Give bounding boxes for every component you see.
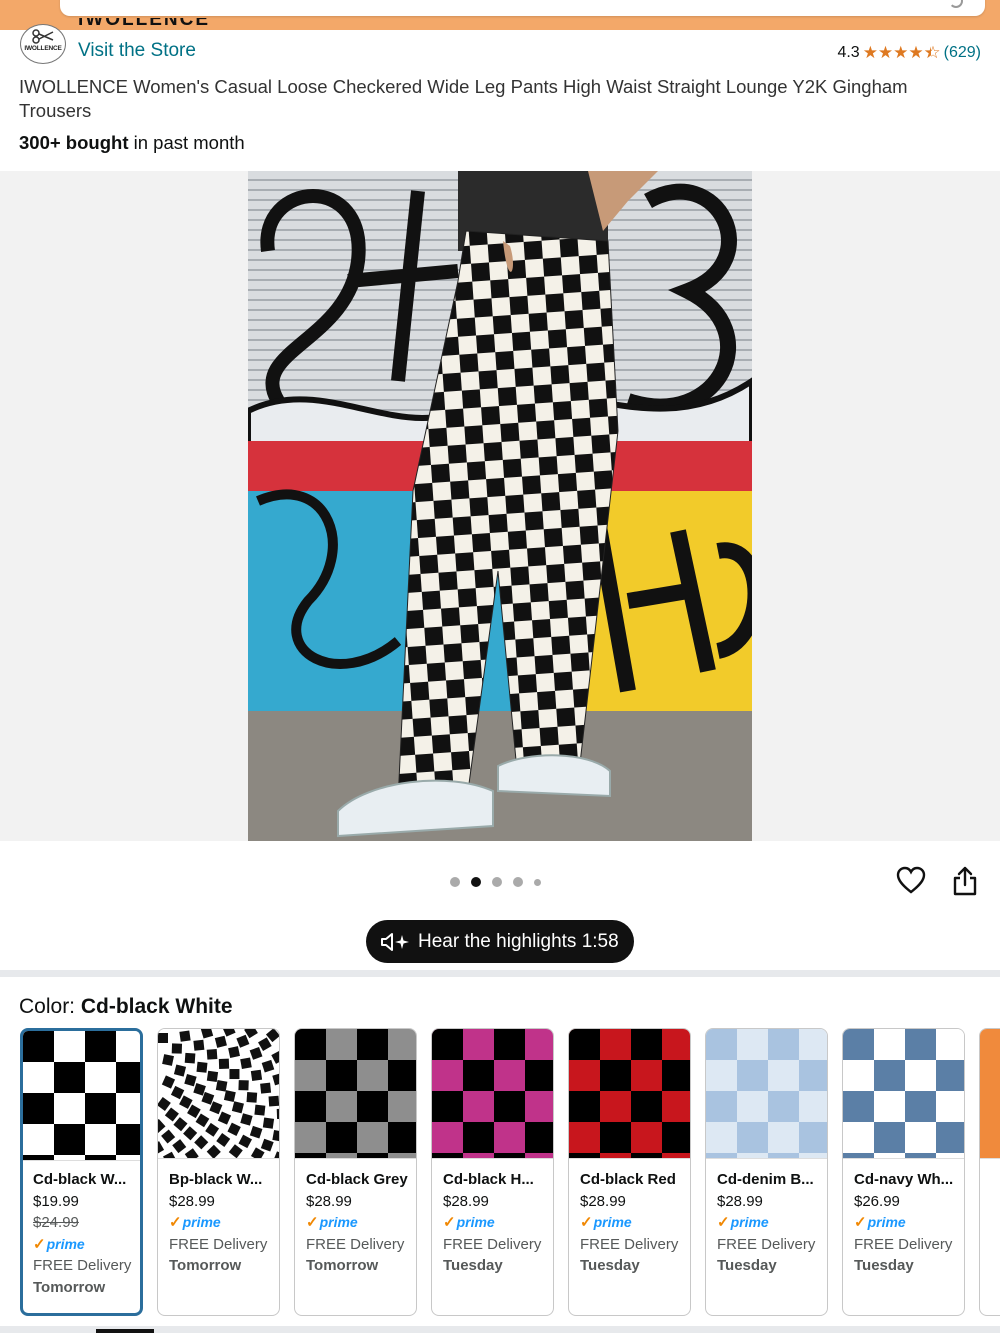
swatch-price: $28.99 [169, 1192, 215, 1210]
swatch-delivery-date: Tomorrow [33, 1278, 106, 1296]
image-gallery[interactable] [0, 171, 1000, 841]
swatch-thumbnail [706, 1029, 827, 1159]
color-swatch-list[interactable]: Cd-black W... $19.99 $24.99 ✓ prime FREE Deli… [20, 1028, 1000, 1318]
selected-color: Cd-black White [80, 995, 233, 1018]
search-bar[interactable] [60, 0, 985, 16]
prime-check-icon: ✓ [33, 1235, 46, 1253]
swatch-thumbnail [23, 1031, 140, 1161]
swatch-delivery-date: Tomorrow [306, 1257, 379, 1274]
section-divider [0, 970, 1000, 977]
brand-row: IWOLLENCE IWOLLENCE Visit the Store 4.3 … [0, 18, 1000, 68]
heart-icon[interactable] [896, 866, 926, 896]
swatch-thumbnail [295, 1029, 416, 1159]
color-swatch[interactable]: Cd-black Red $28.99 ✓ prime FREE Delivery Tue… [568, 1028, 691, 1316]
swatch-delivery-date: Tuesday [854, 1257, 914, 1274]
store-name: IWOLLENCE [78, 18, 210, 30]
color-swatch[interactable]: Cd-black Grey $28.99 ✓ prime FREE Delivery To… [294, 1028, 417, 1316]
speaker-sparkle-icon [381, 932, 409, 951]
swatch-name: Cd-black W... [33, 1171, 127, 1188]
swatch-name: Cd-black Red [580, 1171, 676, 1188]
swatch-thumbnail [569, 1029, 690, 1159]
swatch-thumbnail [158, 1029, 279, 1159]
swatch-price: $26.99 [854, 1192, 900, 1210]
star-rating-icon: ★★★★★☆ [862, 43, 941, 62]
rating-count[interactable]: (629) [944, 44, 981, 62]
color-label: Color: Cd-black White [19, 995, 233, 1018]
bottom-divider [0, 1326, 1000, 1333]
prime-badge: ✓ prime [580, 1212, 690, 1234]
hear-highlights-button[interactable]: Hear the highlights 1:58 [366, 920, 634, 963]
swatch-delivery: FREE Delivery [169, 1235, 268, 1253]
color-swatch[interactable]: Bp-black W... $28.99 ✓ prime FREE Delivery To… [157, 1028, 280, 1316]
logo-text: IWOLLENCE [24, 45, 62, 52]
swatch-list-price: $24.99 [33, 1214, 79, 1231]
color-swatch[interactable]: Cd-denim B... $28.99 ✓ prime FREE Delivery Tu… [705, 1028, 828, 1316]
swatch-delivery-date: Tuesday [580, 1257, 640, 1274]
scissors-icon [32, 29, 54, 44]
swatch-thumbnail [980, 1029, 1000, 1159]
prime-check-icon: ✓ [580, 1214, 593, 1231]
swatch-delivery-date: Tomorrow [169, 1257, 242, 1274]
carousel-dot[interactable] [513, 877, 523, 887]
swatch-delivery-date: Tuesday [443, 1257, 503, 1274]
rating-value: 4.3 [837, 44, 860, 61]
highlights-label: Hear the highlights 1:58 [418, 930, 619, 952]
prime-badge: ✓ prime [306, 1212, 416, 1234]
prime-badge: ✓ prime [854, 1212, 964, 1234]
prime-badge: ✓ prime [717, 1212, 827, 1234]
swatch-delivery: FREE Delivery [854, 1235, 953, 1253]
prime-badge: ✓ prime [443, 1212, 553, 1234]
prime-check-icon: ✓ [306, 1214, 319, 1231]
color-swatch[interactable]: Cd-navy Wh... $26.99 ✓ prime FREE Delivery Tu… [842, 1028, 965, 1316]
carousel-dot[interactable] [492, 877, 502, 887]
swatch-name: Cd-denim B... [717, 1171, 814, 1188]
swatch-name: Cd-navy Wh... [854, 1171, 954, 1188]
swatch-delivery: FREE Delivery [717, 1235, 816, 1253]
share-icon[interactable] [952, 866, 978, 896]
bought-count: 300+ bought in past month [19, 132, 245, 153]
prime-check-icon: ✓ [854, 1214, 867, 1231]
carousel-dots[interactable] [450, 877, 541, 887]
swatch-thumbnail [432, 1029, 553, 1159]
swatch-thumbnail [843, 1029, 964, 1159]
color-swatch[interactable]: Cd-black H... $28.99 ✓ prime FREE Delivery Tu… [431, 1028, 554, 1316]
product-title: IWOLLENCE Women's Casual Loose Checkered… [19, 76, 908, 121]
scroll-indicator [96, 1329, 154, 1333]
store-logo[interactable]: IWOLLENCE [20, 24, 66, 64]
swatch-name: Cd-black H... [443, 1171, 534, 1188]
color-swatch[interactable]: Cd-black W... $19.99 $24.99 ✓ prime FREE Deli… [20, 1028, 143, 1316]
swatch-price: $28.99 [306, 1192, 352, 1210]
swatch-delivery: FREE Delivery [306, 1235, 405, 1253]
swatch-price: $28.99 [443, 1192, 489, 1210]
swatch-price: $28.99 [717, 1192, 763, 1210]
carousel-dot[interactable] [450, 877, 460, 887]
carousel-dot[interactable] [534, 878, 541, 886]
carousel-dot-active[interactable] [471, 877, 481, 887]
swatch-delivery: FREE Delivery [443, 1235, 542, 1253]
camera-icon[interactable] [949, 0, 963, 8]
rating[interactable]: 4.3 ★★★★★☆ (629) [837, 43, 981, 63]
swatch-name: Cd-black Grey [306, 1171, 408, 1188]
swatch-delivery: FREE Delivery [580, 1235, 679, 1253]
swatch-name: Bp-black W... [169, 1171, 263, 1188]
visit-store-link[interactable]: Visit the Store [78, 40, 196, 62]
color-swatch-partial[interactable] [979, 1028, 1000, 1316]
prime-check-icon: ✓ [717, 1214, 730, 1231]
swatch-delivery-date: Tuesday [717, 1257, 777, 1274]
prime-badge: ✓ prime [33, 1234, 140, 1256]
prime-check-icon: ✓ [443, 1214, 456, 1231]
swatch-price: $19.99 [33, 1192, 79, 1210]
prime-badge: ✓ prime [169, 1212, 279, 1234]
prime-check-icon: ✓ [169, 1214, 182, 1231]
product-image[interactable] [248, 171, 752, 841]
swatch-delivery: FREE Delivery [33, 1257, 132, 1274]
swatch-price: $28.99 [580, 1192, 626, 1210]
